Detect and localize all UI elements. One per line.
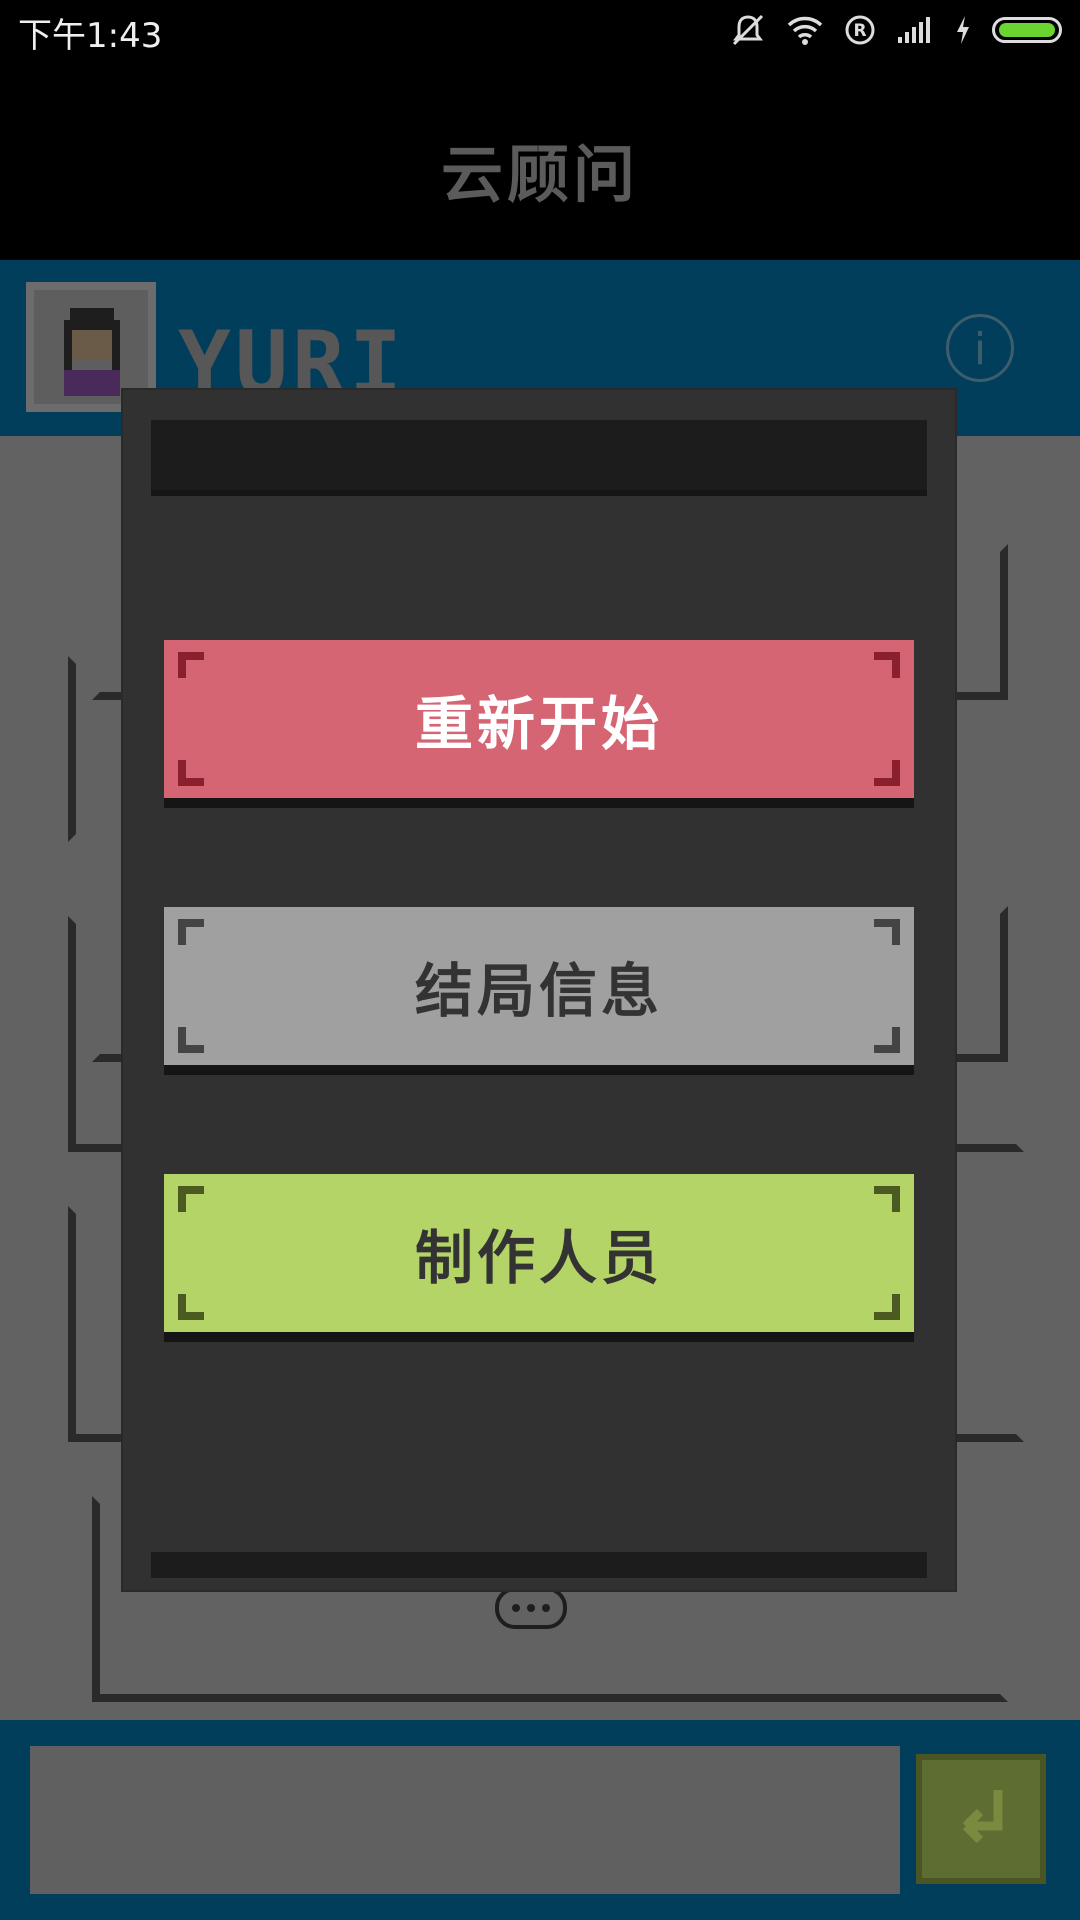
status-icons: R [730, 10, 1062, 50]
send-button[interactable] [916, 1754, 1046, 1884]
credits-button[interactable]: 制作人员 [164, 1174, 914, 1332]
input-bar [0, 1720, 1080, 1920]
roaming-icon: R [845, 15, 875, 45]
restart-button[interactable]: 重新开始 [164, 640, 914, 798]
avatar-icon [64, 308, 120, 396]
ending-info-button[interactable]: 结局信息 [164, 907, 914, 1065]
dialog-bottom-bar [151, 1552, 927, 1578]
corner-mark [178, 652, 204, 678]
corner-mark [178, 1027, 204, 1053]
corner-mark [874, 1027, 900, 1053]
message-input[interactable] [30, 1746, 900, 1894]
send-icon [962, 1790, 1003, 1844]
battery-icon [992, 17, 1062, 43]
credits-label: 制作人员 [414, 1224, 663, 1292]
signal-icon [898, 17, 930, 43]
typing-icon [495, 1587, 567, 1629]
corner-mark [874, 652, 900, 678]
app-title: 云顾问 [440, 138, 639, 211]
charging-icon [957, 16, 969, 44]
corner-mark [874, 760, 900, 786]
restart-label: 重新开始 [414, 690, 663, 758]
menu-dialog: 重新开始 结局信息 制作人员 [123, 390, 955, 1590]
svg-text:R: R [853, 21, 866, 41]
ending-info-label: 结局信息 [414, 957, 663, 1025]
corner-mark [874, 1186, 900, 1212]
info-icon[interactable]: i [946, 314, 1014, 382]
title-bar: 云顾问 [0, 62, 1080, 260]
corner-mark [874, 1294, 900, 1320]
dialog-top-bar [151, 420, 927, 490]
corner-mark [874, 919, 900, 945]
status-bar: 下午1:43 R [0, 0, 1080, 62]
corner-mark [178, 919, 204, 945]
corner-mark [178, 1294, 204, 1320]
wifi-icon [787, 16, 823, 45]
mute-icon [732, 14, 764, 46]
corner-mark [178, 1186, 204, 1212]
corner-mark [178, 760, 204, 786]
status-time: 下午1:43 [18, 16, 163, 56]
